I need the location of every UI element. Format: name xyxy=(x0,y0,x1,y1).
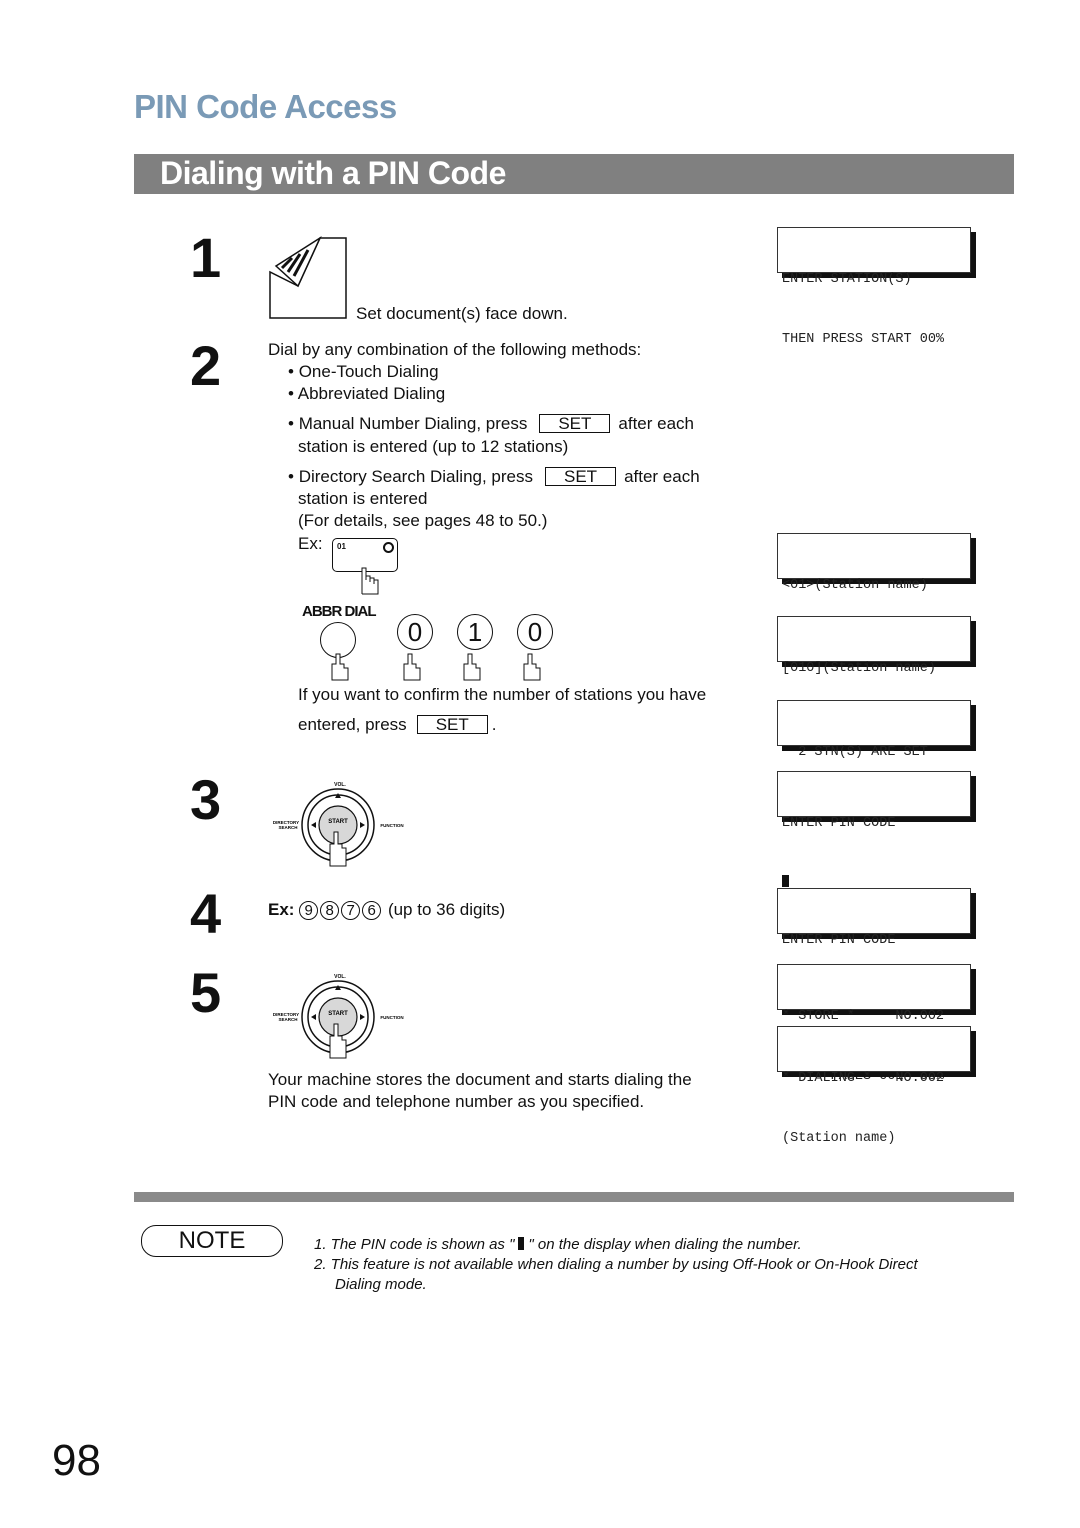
step-5-description-line2: PIN code and telephone number as you spe… xyxy=(268,1092,645,1111)
page-title: Dialing with a PIN Code xyxy=(160,155,506,191)
function-label: FUNCTION xyxy=(380,1015,403,1020)
lcd-line2: (Station name) xyxy=(782,1131,896,1146)
note-badge: NOTE xyxy=(141,1225,283,1257)
lcd-line1: [010](Station name) xyxy=(782,661,936,676)
confirm-line2: entered, press SET. xyxy=(298,714,496,736)
page-number: 98 xyxy=(52,1436,101,1485)
function-label: FUNCTION xyxy=(380,823,403,828)
section-title: PIN Code Access xyxy=(134,88,397,125)
finger-press-icon xyxy=(331,653,349,681)
bullet-abbreviated-text: Abbreviated Dialing xyxy=(297,384,446,403)
lcd-line1: <01>(Station name) xyxy=(782,578,928,593)
digit-key-1: 1 xyxy=(457,614,493,650)
step-number-5: 5 xyxy=(190,961,222,1024)
confirm-period: . xyxy=(491,715,497,734)
step-number-1: 1 xyxy=(190,226,222,289)
note-item-2-line2: Dialing mode. xyxy=(335,1276,427,1293)
bullet-one-touch-text: One-Touch Dialing xyxy=(298,362,439,381)
lcd-line2: THEN PRESS START 00% xyxy=(782,332,945,347)
lcd-display: ENTER STATION(S) THEN PRESS START 00% xyxy=(777,227,971,347)
digit-key-0: 0 xyxy=(397,614,433,650)
set-key: SET xyxy=(539,414,611,433)
bullet-manual-after: after each xyxy=(618,414,695,433)
bullet-manual-line2: station is entered (up to 12 stations) xyxy=(298,437,569,456)
lcd-display: 2 STN(S) ARE SET ADD MORE OR START xyxy=(777,700,971,820)
step-number-4: 4 xyxy=(190,882,222,945)
step-number-3: 3 xyxy=(190,768,222,831)
search-label: SEARCH xyxy=(278,825,297,830)
bullet-directory-text: Directory Search Dialing, press xyxy=(298,467,533,486)
page-title-bar: Dialing with a PIN Code xyxy=(134,154,1014,194)
lcd-line1: ENTER STATION(S) xyxy=(782,272,912,287)
step-number-2: 2 xyxy=(190,334,222,397)
finger-press-icons xyxy=(331,653,541,681)
bullet-directory-line2: station is entered xyxy=(298,489,428,508)
bullet-directory: • Directory Search Dialing, press SET afte… xyxy=(288,467,700,486)
vol-label: VOL. xyxy=(334,974,346,980)
one-touch-indicator-icon xyxy=(383,542,394,553)
digit-7: 7 xyxy=(341,901,361,920)
lcd-line1: ENTER PIN CODE xyxy=(782,933,896,948)
start-button-panel-icon: START VOL. DIRECTORY SEARCH FUNCTION xyxy=(273,974,404,1059)
step-1-caption: Set document(s) face down. xyxy=(356,304,568,323)
lcd-display: ENTER PIN CODE xyxy=(777,771,971,887)
pin-cursor-icon xyxy=(782,875,789,887)
step-2-intro: Dial by any combination of the following… xyxy=(268,340,642,359)
pin-block-icon xyxy=(518,1237,525,1250)
lcd-line1: 2 STN(S) ARE SET xyxy=(782,745,928,760)
bullet-abbreviated: • Abbreviated Dialing xyxy=(288,384,446,403)
start-label: START xyxy=(328,819,348,825)
lcd-line1: ENTER PIN CODE xyxy=(782,816,896,831)
finger-press-icon xyxy=(463,653,481,681)
one-touch-key-label: 01 xyxy=(337,542,346,551)
step-4-note: (up to 36 digits) xyxy=(387,900,506,919)
lcd-display: * STORE * NO.002 PAGES=001 05% xyxy=(777,964,971,1084)
note-item-1-post: " on the display when dialing the number… xyxy=(528,1236,802,1253)
lcd-line1: * STORE * NO.002 xyxy=(782,1009,945,1024)
document-face-down-icon xyxy=(269,236,347,319)
confirm-line1: If you want to confirm the number of sta… xyxy=(298,685,707,704)
note-item-2-line1: 2. This feature is not available when di… xyxy=(314,1256,918,1273)
bullet-directory-line3: (For details, see pages 48 to 50.) xyxy=(298,511,548,530)
lcd-display: [010](Station name) 5553456 xyxy=(777,616,971,736)
set-key: SET xyxy=(416,715,488,734)
finger-press-icon xyxy=(523,653,541,681)
digit-6: 6 xyxy=(362,901,382,920)
confirm-text: entered, press xyxy=(298,715,407,734)
digit-8: 8 xyxy=(320,901,340,920)
step-4-example-label: Ex: xyxy=(268,900,295,919)
start-button-panel-icon: START VOL. DIRECTORY SEARCH FUNCTION xyxy=(273,782,404,867)
lcd-display: ENTER PIN CODE 9876 xyxy=(777,888,971,1008)
search-label: SEARCH xyxy=(278,1017,297,1022)
note-item-1-pre: 1. The PIN code is shown as " xyxy=(314,1236,515,1253)
divider xyxy=(134,1192,1014,1202)
step-5-description-line1: Your machine stores the document and sta… xyxy=(268,1070,692,1089)
example-label: Ex: xyxy=(298,534,323,553)
lcd-display: * DIALING * NO.002 (Station name) xyxy=(777,1026,971,1146)
step-4-example: Ex: 9876 (up to 36 digits) xyxy=(268,899,505,921)
digit-key-0b: 0 xyxy=(517,614,553,650)
bullet-one-touch: • One-Touch Dialing xyxy=(288,362,439,381)
bullet-manual-text: Manual Number Dialing, press xyxy=(298,414,528,433)
lcd-line1: * DIALING * NO.002 xyxy=(782,1071,945,1086)
digit-9: 9 xyxy=(299,901,319,920)
start-label: START xyxy=(328,1011,348,1017)
note-item-1: 1. The PIN code is shown as " " on the di… xyxy=(314,1235,802,1255)
vol-label: VOL. xyxy=(334,782,346,788)
finger-press-icon xyxy=(361,567,379,595)
finger-press-icon xyxy=(403,653,421,681)
abbr-dial-label: ABBR DIAL xyxy=(302,603,376,620)
set-key: SET xyxy=(545,467,617,486)
lcd-display: <01>(Station name) 5551234 xyxy=(777,533,971,653)
bullet-manual: • Manual Number Dialing, press SET after e… xyxy=(288,414,695,433)
bullet-directory-after: after each xyxy=(624,467,700,486)
